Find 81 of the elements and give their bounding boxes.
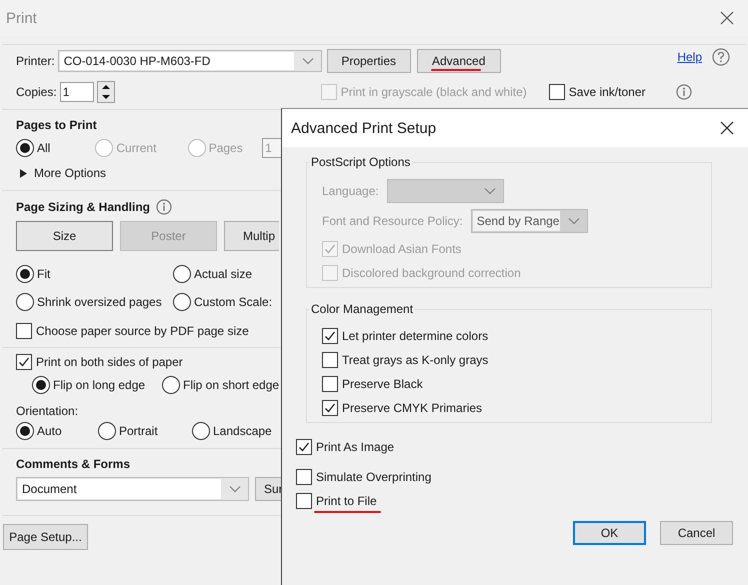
close-icon[interactable] bbox=[720, 121, 734, 135]
checkbox[interactable] bbox=[16, 323, 32, 339]
checkbox-label: Preserve CMYK Primaries bbox=[342, 401, 482, 415]
radio-label: All bbox=[37, 141, 50, 155]
checkbox-label: Choose paper source by PDF page size bbox=[36, 324, 249, 338]
checkbox[interactable] bbox=[296, 493, 312, 509]
dialog-button[interactable]: Cancel bbox=[660, 521, 733, 545]
radio-label: Shrink oversized pages bbox=[37, 295, 162, 309]
section-title: Page Sizing & Handling bbox=[16, 200, 150, 214]
group-title: Color Management bbox=[310, 302, 414, 316]
checkbox-label: Download Asian Fonts bbox=[342, 242, 462, 256]
field-label: Language: bbox=[322, 184, 379, 198]
radio-button[interactable] bbox=[16, 293, 34, 311]
window-title: Print bbox=[6, 10, 37, 26]
radio-label: Custom Scale: bbox=[194, 295, 272, 309]
chevron-down-icon bbox=[484, 187, 496, 195]
radio-label: Actual size bbox=[194, 267, 252, 281]
checkbox-label: Print in grayscale (black and white) bbox=[340, 85, 527, 99]
mode-tab[interactable]: Multip bbox=[224, 221, 279, 251]
checkbox-label: Print As Image bbox=[316, 440, 394, 454]
radio-label: Pages bbox=[208, 141, 243, 155]
mode-tab[interactable]: Size bbox=[16, 221, 113, 251]
checkbox[interactable] bbox=[322, 352, 338, 368]
printer-dropdown[interactable]: CO-014-0030 HP-M603-FD bbox=[58, 50, 322, 72]
dialog-title: Advanced Print Setup bbox=[291, 120, 436, 136]
dialog-button[interactable]: OK bbox=[573, 521, 646, 545]
radio-button[interactable] bbox=[173, 293, 191, 311]
checkbox-label: Simulate Overprinting bbox=[316, 470, 432, 484]
radio-button[interactable] bbox=[16, 265, 34, 283]
checkbox-label: Print to File bbox=[316, 494, 377, 508]
radio-button[interactable] bbox=[16, 139, 34, 157]
info-icon bbox=[156, 199, 172, 215]
checkbox[interactable] bbox=[322, 328, 338, 344]
field-label: Printer: bbox=[16, 54, 55, 68]
spinner[interactable] bbox=[96, 81, 115, 103]
radio-label: Auto bbox=[37, 424, 62, 438]
checkbox-label: Print on both sides of paper bbox=[36, 355, 183, 369]
radio-label: Flip on long edge bbox=[53, 378, 146, 392]
radio-label: Portrait bbox=[119, 424, 158, 438]
field-label: Copies: bbox=[16, 85, 57, 99]
help-icon[interactable] bbox=[712, 48, 730, 66]
radio-label: Landscape bbox=[213, 424, 272, 438]
checkbox[interactable] bbox=[296, 439, 312, 455]
checkbox[interactable] bbox=[296, 469, 312, 485]
radio-button[interactable] bbox=[16, 422, 34, 440]
section-title: Pages to Print bbox=[16, 118, 98, 132]
info-icon bbox=[676, 84, 692, 100]
close-icon[interactable] bbox=[720, 11, 734, 25]
radio-button[interactable] bbox=[162, 376, 180, 394]
field-label: Font and Resource Policy: bbox=[322, 214, 463, 228]
checkbox-label: Let printer determine colors bbox=[342, 329, 488, 343]
comments-dropdown[interactable]: Document bbox=[16, 477, 249, 501]
section-title: Comments & Forms bbox=[16, 457, 132, 471]
checkbox-label: Treat grays as K-only grays bbox=[342, 353, 488, 367]
chevron-down-icon bbox=[302, 57, 314, 65]
dialog-button[interactable]: Properties bbox=[326, 49, 411, 73]
checkbox-label: Save ink/toner bbox=[568, 85, 646, 99]
radio-button[interactable] bbox=[32, 376, 50, 394]
copies-field[interactable]: 1 bbox=[60, 82, 94, 102]
page-setup-button[interactable]: Page Setup... bbox=[3, 524, 88, 550]
dialog-button[interactable]: Advanced bbox=[416, 49, 501, 73]
checkbox-label: Preserve Black bbox=[342, 377, 423, 391]
radio-label: Fit bbox=[37, 267, 50, 281]
checkbox[interactable] bbox=[548, 84, 565, 100]
checkbox[interactable] bbox=[322, 400, 338, 416]
expander-label[interactable]: More Options bbox=[34, 166, 106, 180]
field-label: Orientation: bbox=[16, 404, 80, 418]
checkbox[interactable] bbox=[16, 354, 32, 370]
help-link[interactable]: Help bbox=[677, 50, 702, 64]
disclosure-triangle-icon[interactable] bbox=[20, 168, 27, 178]
group-title: PostScript Options bbox=[310, 155, 412, 169]
radio-label: Flip on short edge bbox=[183, 378, 280, 392]
checkbox-label: Discolored background correction bbox=[342, 266, 521, 280]
radio-label: Current bbox=[116, 141, 156, 155]
checkbox[interactable] bbox=[322, 376, 338, 392]
radio-button[interactable] bbox=[173, 265, 191, 283]
radio-button[interactable] bbox=[98, 422, 116, 440]
chevron-down-icon bbox=[229, 485, 241, 493]
radio-button[interactable] bbox=[192, 422, 210, 440]
policy-dropdown[interactable]: Send by Range bbox=[470, 209, 588, 233]
chevron-down-icon bbox=[568, 217, 580, 225]
